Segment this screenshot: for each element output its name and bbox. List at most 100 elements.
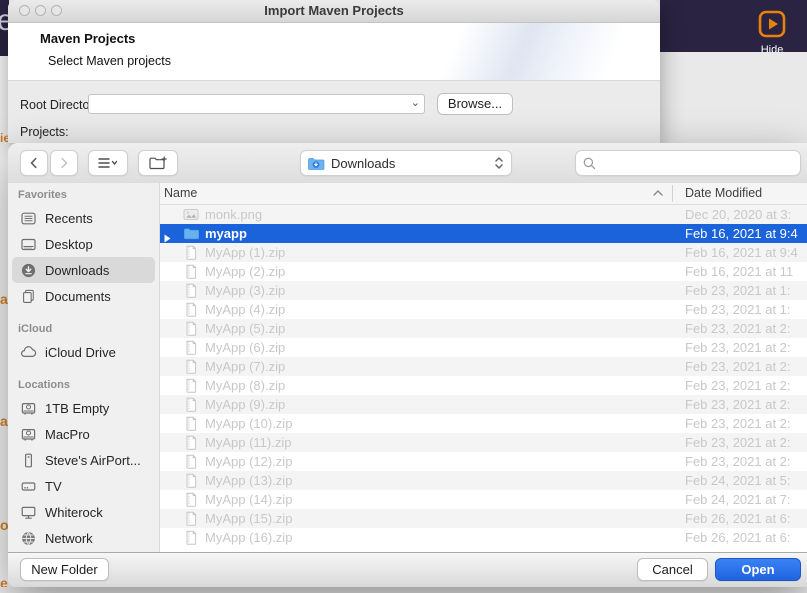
background-bottom-sliver — [0, 587, 807, 593]
view-options-button[interactable] — [88, 150, 128, 176]
zip-icon — [183, 416, 199, 431]
network-icon — [20, 530, 37, 547]
file-date-modified: Dec 20, 2020 at 3: — [685, 205, 807, 224]
location-dropdown[interactable]: Downloads — [300, 150, 512, 176]
file-row-myapp-16-zip[interactable]: MyApp (16).zip Feb 26, 2021 at 6: — [160, 528, 807, 547]
file-row-myapp-15-zip[interactable]: MyApp (15).zipFeb 26, 2021 at 6: — [160, 509, 807, 528]
icloud-icon — [20, 344, 37, 361]
sidebar: Favorites RecentsDesktopDownloads Document… — [8, 183, 160, 553]
sidebar-item-network[interactable]: Network — [12, 525, 155, 551]
wizard-subheading: Select Maven projects — [48, 54, 171, 68]
zip-icon — [183, 454, 199, 469]
disclosure-triangle-icon[interactable] — [163, 229, 172, 238]
dialog-title: Import Maven Projects — [8, 0, 660, 22]
file-name: MyApp (11).zip — [205, 433, 291, 452]
sidebar-item-tv[interactable]: TV — [12, 473, 155, 499]
sidebar-section-title: Locations — [18, 379, 159, 391]
file-row-myapp-6-zip[interactable]: MyApp (6).zipFeb 23, 2021 at 2: — [160, 338, 807, 357]
file-row-myapp-14-zip[interactable]: MyApp (14).zipFeb 24, 2021 at 7: — [160, 490, 807, 509]
screen: Hide ieaaoe e Import Maven Projects Mave… — [0, 0, 807, 593]
zip-icon — [183, 473, 199, 488]
column-divider[interactable] — [672, 185, 673, 202]
wizard-body: Root Directory: ⌄ Browse... Projects: — [8, 81, 660, 144]
file-row-monk-png[interactable]: monk.png Dec 20, 2020 at 3: — [160, 205, 807, 224]
file-name: MyApp (14).zip — [205, 490, 292, 509]
file-date-modified: Feb 23, 2021 at 1: — [685, 300, 807, 319]
harddrive-icon — [20, 426, 37, 443]
sidebar-item-documents[interactable]: Documents — [12, 283, 155, 309]
file-date-modified: Feb 23, 2021 at 1: — [685, 281, 807, 300]
sidebar-section-title: Favorites — [18, 189, 159, 201]
sidebar-item-recents[interactable]: Recents — [12, 205, 155, 231]
sidebar-item-label: TV — [45, 479, 62, 494]
file-row-myapp-9-zip[interactable]: MyApp (9).zipFeb 23, 2021 at 2: — [160, 395, 807, 414]
zip-icon — [183, 283, 199, 298]
file-date-modified: Feb 16, 2021 at 11 — [685, 262, 807, 281]
sidebar-item-label: Documents — [45, 289, 111, 304]
file-date-modified: Feb 26, 2021 at 6: — [685, 528, 807, 547]
browse-button[interactable]: Browse... — [437, 93, 513, 115]
file-row-myapp-12-zip[interactable]: MyApp (12).zipFeb 23, 2021 at 2: — [160, 452, 807, 471]
file-row-myapp-11-zip[interactable]: MyApp (11).zipFeb 23, 2021 at 2: — [160, 433, 807, 452]
file-row-myapp-10-zip[interactable]: MyApp (10).zipFeb 23, 2021 at 2: — [160, 414, 807, 433]
file-row-myapp-3-zip[interactable]: MyApp (3).zip Feb 23, 2021 at 1: — [160, 281, 807, 300]
search-input[interactable] — [601, 155, 794, 172]
file-name: MyApp (8).zip — [205, 376, 285, 395]
file-row-myapp-8-zip[interactable]: MyApp (8).zipFeb 23, 2021 at 2: — [160, 376, 807, 395]
zip-icon — [183, 302, 199, 317]
airport-icon — [20, 452, 37, 469]
back-button[interactable] — [20, 150, 48, 176]
root-directory-combobox[interactable]: ⌄ — [88, 94, 425, 114]
sidebar-item-downloads[interactable]: Downloads — [12, 257, 155, 283]
open-button[interactable]: Open — [715, 558, 801, 581]
list-view-icon — [97, 156, 119, 170]
background-text-fragment: a — [0, 414, 8, 428]
file-name: MyApp (5).zip — [205, 319, 285, 338]
sidebar-item-label: iCloud Drive — [45, 345, 116, 360]
file-name: MyApp (2).zip — [205, 262, 285, 281]
column-header-date-modified[interactable]: Date Modified — [685, 186, 762, 200]
location-label: Downloads — [331, 156, 487, 171]
background-text-fragment: a — [0, 292, 8, 306]
hide-control[interactable]: Hide — [749, 10, 795, 56]
forward-button[interactable] — [50, 150, 78, 176]
sidebar-item-label: Whiterock — [45, 505, 103, 520]
file-row-myapp-5-zip[interactable]: MyApp (5).zip Feb 23, 2021 at 2: — [160, 319, 807, 338]
file-name: MyApp (4).zip — [205, 300, 285, 319]
file-date-modified: Feb 23, 2021 at 2: — [685, 395, 807, 414]
sidebar-item-label: Network — [45, 531, 93, 546]
file-date-modified: Feb 16, 2021 at 9:4 — [685, 224, 807, 243]
search-field[interactable] — [575, 150, 801, 176]
file-name: monk.png — [205, 205, 262, 224]
sidebar-item-whiterock[interactable]: Whiterock — [12, 499, 155, 525]
file-name: MyApp (12).zip — [205, 452, 292, 471]
sidebar-item-steve-s-airport[interactable]: Steve's AirPort... — [12, 447, 155, 473]
file-name: MyApp (6).zip — [205, 338, 285, 357]
file-row-myapp-13-zip[interactable]: MyApp (13).zipFeb 24, 2021 at 5: — [160, 471, 807, 490]
file-row-myapp-2-zip[interactable]: MyApp (2).zip Feb 16, 2021 at 11 — [160, 262, 807, 281]
new-folder-toolbar-button[interactable] — [138, 150, 178, 176]
new-folder-button[interactable]: New Folder — [20, 558, 109, 581]
column-header-name[interactable]: Name — [164, 186, 197, 200]
sidebar-item-macpro[interactable]: MacPro — [12, 421, 155, 447]
file-row-myapp-4-zip[interactable]: MyApp (4).zip Feb 23, 2021 at 1: — [160, 300, 807, 319]
sidebar-section-title: iCloud — [18, 323, 159, 335]
chevron-down-icon[interactable]: ⌄ — [411, 96, 420, 109]
downloads-folder-icon — [307, 156, 325, 171]
file-row-myapp-7-zip[interactable]: MyApp (7).zipFeb 23, 2021 at 2: — [160, 357, 807, 376]
background-gray-area — [660, 52, 807, 143]
cancel-button[interactable]: Cancel — [637, 558, 708, 581]
wizard-heading: Maven Projects — [40, 31, 135, 46]
zip-icon — [183, 378, 199, 393]
sidebar-item-icloud-drive[interactable]: iCloud Drive — [12, 339, 155, 365]
documents-icon — [20, 288, 37, 305]
file-row-myapp[interactable]: myappFeb 16, 2021 at 9:4 — [160, 224, 807, 243]
background-app-dark-band: Hide — [660, 0, 807, 52]
file-date-modified: Feb 23, 2021 at 2: — [685, 357, 807, 376]
file-name: MyApp (3).zip — [205, 281, 285, 300]
sidebar-item-desktop[interactable]: Desktop — [12, 231, 155, 257]
sidebar-item-1tb-empty[interactable]: 1TB Empty — [12, 395, 155, 421]
file-row-myapp-1-zip[interactable]: MyApp (1).zipFeb 16, 2021 at 9:4 — [160, 243, 807, 262]
file-name: MyApp (16).zip — [205, 528, 292, 547]
file-date-modified: Feb 23, 2021 at 2: — [685, 319, 807, 338]
